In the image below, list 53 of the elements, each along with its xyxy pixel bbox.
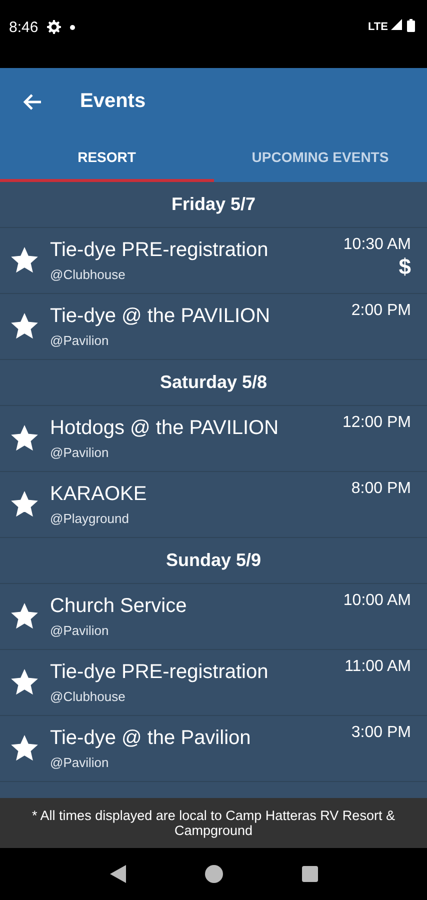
screen-title: Events: [80, 90, 146, 113]
event-row[interactable]: Tie-dye PRE-registration @Clubhouse 10:30 AM $: [0, 228, 427, 294]
notification-dot-icon: [70, 25, 76, 30]
event-title: Tie-dye PRE-registration: [50, 239, 270, 262]
event-time: 3:00 PM: [351, 724, 411, 742]
event-row[interactable]: Church Service @Pavilion 10:00 AM: [0, 584, 427, 650]
event-title: KARAOKE: [50, 483, 148, 506]
event-row[interactable]: Tie-dye @ the PAVILION @Pavilion 2:00 PM: [0, 294, 427, 360]
star-icon[interactable]: [11, 669, 38, 696]
star-icon[interactable]: [11, 247, 38, 274]
event-location: @Clubhouse: [50, 689, 126, 704]
back-arrow-icon[interactable]: [22, 92, 42, 110]
event-row[interactable]: KARAOKE @Playground 8:00 PM: [0, 472, 427, 538]
back-nav-icon[interactable]: [110, 865, 126, 883]
event-title: Church Service: [50, 595, 188, 618]
day-heading: Sunday 5/9: [0, 538, 427, 584]
event-time: 2:00 PM: [351, 302, 411, 320]
event-row[interactable]: Tie-dye PRE-registration @Clubhouse 11:00 AM: [0, 650, 427, 716]
day-heading: Saturday 5/8: [0, 360, 427, 406]
event-time: 12:00 PM: [342, 414, 411, 432]
event-title: Tie-dye @ the PAVILION: [50, 305, 272, 328]
event-title: Hotdogs @ the PAVILION: [50, 417, 280, 440]
event-location: @Pavilion: [50, 755, 110, 770]
status-time: 8:46: [9, 19, 38, 36]
network-label: LTE: [368, 21, 388, 33]
event-row[interactable]: Tie-dye @ the Pavilion @Pavilion 3:00 PM: [0, 716, 427, 782]
event-title: Tie-dye @ the Pavilion: [50, 727, 252, 750]
star-icon[interactable]: [11, 313, 38, 340]
tab[interactable]: UPCOMING EVENTS: [214, 135, 427, 182]
event-location: @Clubhouse: [50, 267, 126, 282]
event-time: 8:00 PM: [351, 480, 411, 498]
event-location: @Pavilion: [50, 333, 110, 348]
gear-icon: [47, 20, 62, 34]
star-icon[interactable]: [11, 603, 38, 630]
event-location: @Pavilion: [50, 445, 110, 460]
star-icon[interactable]: [11, 491, 38, 518]
event-title: Tie-dye PRE-registration: [50, 661, 270, 684]
tab[interactable]: RESORT: [0, 135, 214, 182]
footer-note: * All times displayed are local to Camp Hatteras RV Resort & Campground: [0, 798, 427, 848]
price-label: $: [398, 254, 411, 280]
day-heading: Friday 5/7: [0, 182, 427, 228]
event-location: @Pavilion: [50, 623, 110, 638]
event-time: 10:00 AM: [343, 592, 411, 610]
star-icon[interactable]: [11, 425, 38, 452]
event-time: 11:00 AM: [344, 658, 411, 676]
home-nav-icon[interactable]: [204, 865, 222, 883]
battery-icon: [407, 19, 415, 32]
signal-icon: [391, 19, 402, 30]
star-icon[interactable]: [11, 735, 38, 762]
event-row[interactable]: Hotdogs @ the PAVILION @Pavilion 12:00 PM: [0, 406, 427, 472]
recents-nav-icon[interactable]: [302, 866, 318, 882]
event-time: 10:30 AM: [343, 236, 411, 254]
event-location: @Playground: [50, 511, 130, 526]
